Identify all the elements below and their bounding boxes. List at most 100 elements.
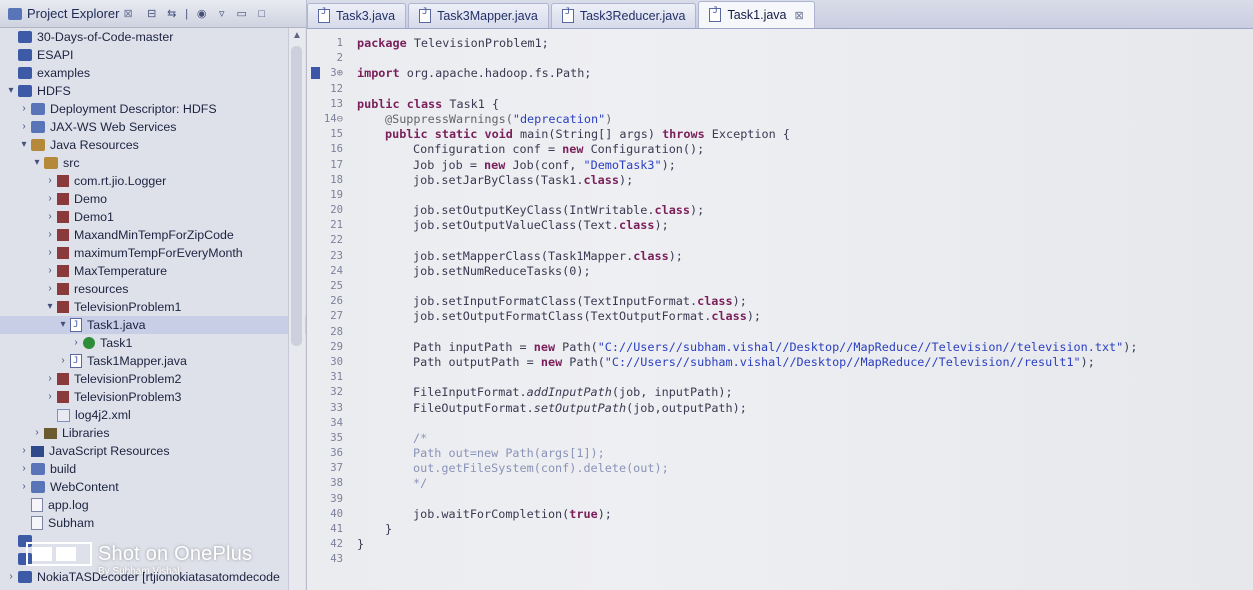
code-line[interactable]: 18 job.setJarByClass(Task1.class); <box>307 173 1253 188</box>
explorer-scroll-thumb[interactable] <box>291 46 302 346</box>
editor-tab[interactable]: Task3Mapper.java <box>408 3 549 28</box>
editor-tab[interactable]: Task3.java <box>307 3 407 28</box>
code-line[interactable]: 26 job.setInputFormatClass(TextInputForma… <box>307 294 1253 309</box>
code-line[interactable]: 37 out.getFileSystem(conf).delete(out); <box>307 461 1253 476</box>
code-line[interactable]: 40 job.waitForCompletion(true); <box>307 507 1253 522</box>
scroll-up-icon[interactable]: ▲ <box>290 30 304 41</box>
minimize-icon[interactable]: ▭ <box>235 7 249 21</box>
maximize-icon[interactable]: □ <box>255 7 269 21</box>
code-line[interactable]: 20 job.setOutputKeyClass(IntWritable.clas… <box>307 203 1253 218</box>
code-line[interactable]: 17 Job job = new Job(conf, "DemoTask3"); <box>307 158 1253 173</box>
tree-item[interactable]: › build <box>0 460 306 478</box>
code-line[interactable]: 42} <box>307 537 1253 552</box>
tree-item[interactable]: › maximumTempForEveryMonth <box>0 244 306 262</box>
code-line[interactable]: 14⊖ @SuppressWarnings("deprecation") <box>307 112 1253 127</box>
chevron-down-icon[interactable]: ▾ <box>6 82 16 100</box>
code-line[interactable]: 25 <box>307 279 1253 294</box>
code-line[interactable]: 1 package TelevisionProblem1; <box>307 36 1253 51</box>
chevron-right-icon[interactable]: › <box>19 478 29 496</box>
tree-item[interactable]: › MaxTemperature <box>0 262 306 280</box>
collapse-all-icon[interactable]: ⊟ <box>145 7 159 21</box>
tree-item[interactable]: › Libraries <box>0 424 306 442</box>
code-line[interactable]: 33 FileOutputFormat.setOutputPath(job,out… <box>307 401 1253 416</box>
tree-item[interactable]: › Deployment Descriptor: HDFS <box>0 100 306 118</box>
editor-tab[interactable]: Task1.java ⊠ <box>698 1 815 28</box>
code-line[interactable]: 23 job.setMapperClass(Task1Mapper.class); <box>307 249 1253 264</box>
chevron-down-icon[interactable]: ▾ <box>19 136 29 154</box>
editor-tab[interactable]: Task3Reducer.java <box>550 3 697 28</box>
code-line[interactable]: 41} <box>307 522 1253 537</box>
chevron-down-icon[interactable]: ▾ <box>45 298 55 316</box>
tree-item[interactable]: ▾ src <box>0 154 306 172</box>
code-editor[interactable]: 1 package TelevisionProblem1; 2 3⊕ import or… <box>307 29 1253 568</box>
link-with-editor-icon[interactable]: ⇆ <box>165 7 179 21</box>
chevron-down-icon[interactable]: ▾ <box>32 154 42 172</box>
code-line[interactable]: 15 public static void main(String[] args)… <box>307 127 1253 142</box>
chevron-right-icon[interactable]: › <box>45 280 55 298</box>
code-line[interactable]: 22 <box>307 233 1253 248</box>
code-line[interactable]: 38 */ <box>307 476 1253 491</box>
tree-item[interactable]: app.log <box>0 496 306 514</box>
tree-item[interactable]: ▾ Task1.java <box>0 316 306 334</box>
chevron-right-icon[interactable]: › <box>6 568 16 586</box>
chevron-down-icon[interactable]: ▾ <box>58 316 68 334</box>
code-line[interactable]: 3⊕ import org.apache.hadoop.fs.Path; <box>307 66 1253 81</box>
chevron-right-icon[interactable]: › <box>32 424 42 442</box>
tree-item[interactable]: log4j2.xml <box>0 406 306 424</box>
code-line[interactable]: 19 <box>307 188 1253 203</box>
tree-item[interactable]: › Demo1 <box>0 208 306 226</box>
chevron-right-icon[interactable]: › <box>19 442 29 460</box>
code-line[interactable]: 36 Path out=new Path(args[1]); <box>307 446 1253 461</box>
code-line[interactable]: 32 FileInputFormat.addInputPath(job, inpu… <box>307 385 1253 400</box>
view-menu-icon[interactable]: ▿ <box>215 7 229 21</box>
tree-item[interactable]: ▾ Java Resources <box>0 136 306 154</box>
project-explorer-tab[interactable]: Project Explorer ⊠ <box>27 6 133 21</box>
tree-item[interactable]: examples <box>0 64 306 82</box>
tree-item[interactable]: › MaxandMinTempForZipCode <box>0 226 306 244</box>
tree-item[interactable]: ▾ HDFS <box>0 82 306 100</box>
tree-item[interactable]: ▾ TelevisionProblem1 <box>0 298 306 316</box>
code-line[interactable]: 35 /* <box>307 431 1253 446</box>
chevron-right-icon[interactable]: › <box>58 352 68 370</box>
code-line[interactable]: 16 Configuration conf = new Configuration… <box>307 142 1253 157</box>
tree-item[interactable]: › JavaScript Resources <box>0 442 306 460</box>
code-line[interactable]: 43 <box>307 552 1253 567</box>
tree-item[interactable]: › com.rt.jio.Logger <box>0 172 306 190</box>
code-line[interactable]: 39 <box>307 492 1253 507</box>
code-line[interactable]: 29 Path inputPath = new Path("C://Users//… <box>307 340 1253 355</box>
chevron-right-icon[interactable]: › <box>45 262 55 280</box>
tree-item[interactable]: › WebContent <box>0 478 306 496</box>
code-line[interactable]: 27 job.setOutputFormatClass(TextOutputFor… <box>307 309 1253 324</box>
tree-item[interactable]: ESAPI <box>0 46 306 64</box>
tree-item[interactable]: › Task1 <box>0 334 306 352</box>
tree-item[interactable]: › JAX-WS Web Services <box>0 118 306 136</box>
chevron-right-icon[interactable]: › <box>45 208 55 226</box>
close-icon[interactable]: ⊠ <box>795 9 804 22</box>
chevron-right-icon[interactable]: › <box>45 190 55 208</box>
chevron-right-icon[interactable]: › <box>45 244 55 262</box>
explorer-scrollbar[interactable]: ▲ <box>288 28 305 590</box>
code-line[interactable]: 28 <box>307 325 1253 340</box>
chevron-right-icon[interactable]: › <box>45 370 55 388</box>
code-line[interactable]: 24 job.setNumReduceTasks(0); <box>307 264 1253 279</box>
tree-item[interactable]: 30-Days-of-Code-master <box>0 28 306 46</box>
chevron-right-icon[interactable]: › <box>45 226 55 244</box>
tree-item[interactable]: › Demo <box>0 190 306 208</box>
tree-item[interactable]: Subham <box>0 514 306 532</box>
code-line[interactable]: 30 Path outputPath = new Path("C://Users/… <box>307 355 1253 370</box>
chevron-right-icon[interactable]: › <box>19 460 29 478</box>
tree-item[interactable]: › TelevisionProblem2 <box>0 370 306 388</box>
chevron-right-icon[interactable]: › <box>45 388 55 406</box>
chevron-right-icon[interactable]: › <box>19 100 29 118</box>
code-line[interactable]: 34 <box>307 416 1253 431</box>
code-line[interactable]: 21 job.setOutputValueClass(Text.class); <box>307 218 1253 233</box>
code-line[interactable]: 31 <box>307 370 1253 385</box>
chevron-right-icon[interactable]: › <box>45 172 55 190</box>
close-icon[interactable]: ⊠ <box>123 7 132 20</box>
tree-item[interactable]: › Task1Mapper.java <box>0 352 306 370</box>
code-line[interactable]: 2 <box>307 51 1253 66</box>
chevron-right-icon[interactable]: › <box>19 118 29 136</box>
tree-item[interactable]: › resources <box>0 280 306 298</box>
code-line[interactable]: 12 <box>307 82 1253 97</box>
chevron-right-icon[interactable]: › <box>71 334 81 352</box>
